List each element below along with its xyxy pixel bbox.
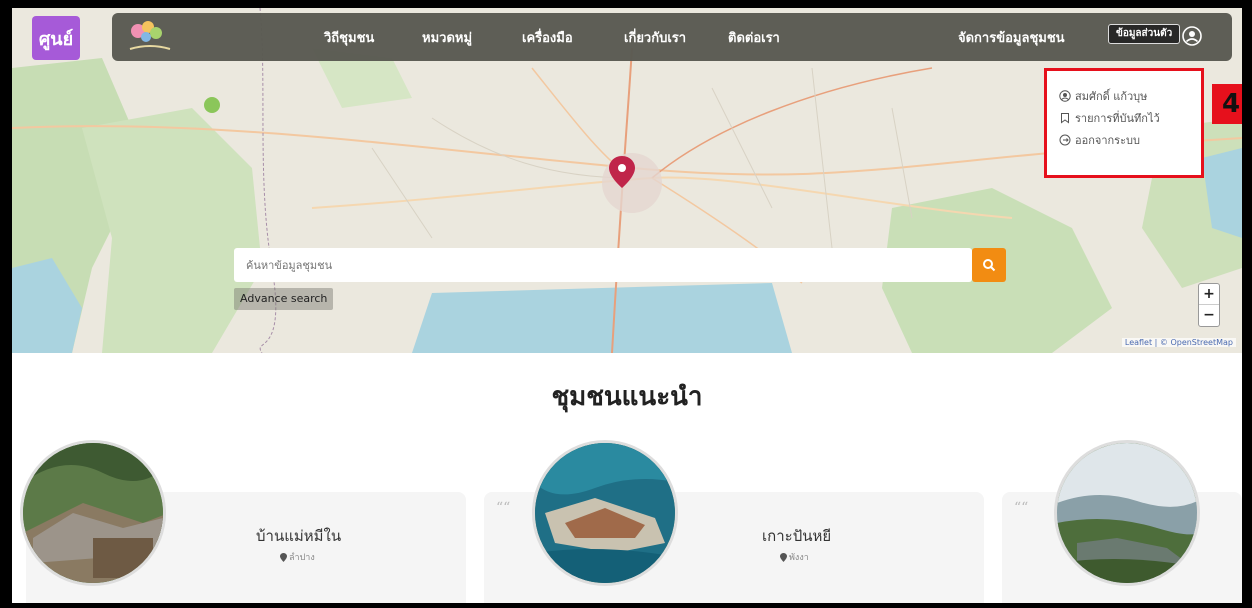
nav-item-about[interactable]: เกี่ยวกับเรา: [624, 27, 686, 48]
village-photo: [23, 443, 163, 583]
browser-viewport: วิถีชุมชน หมวดหมู่ เครื่องมือ เกี่ยวกับเ…: [12, 8, 1242, 603]
nav-item-contact[interactable]: ติดต่อเรา: [728, 27, 780, 48]
menu-item-profile[interactable]: สมศักดิ์ แก้วบุษ: [1059, 85, 1201, 107]
card-image[interactable]: [532, 440, 678, 586]
site-logo[interactable]: ศูนย์: [32, 16, 80, 60]
quote-icon: ““: [496, 500, 511, 516]
zoom-out-button[interactable]: −: [1199, 305, 1219, 326]
menu-item-label: รายการที่บันทึกไว้: [1075, 112, 1160, 125]
menu-item-label: ออกจากระบบ: [1075, 134, 1140, 147]
user-circle-icon: [1059, 90, 1071, 102]
user-dropdown-menu: สมศักดิ์ แก้วบุษ รายการที่บันทึกไว้ ออกจ…: [1044, 68, 1204, 178]
quote-icon: ““: [1014, 500, 1029, 516]
card-location: พังงา: [780, 550, 809, 564]
brand-logo-icon[interactable]: [124, 17, 176, 57]
section-title: ชุมชนแนะนำ: [551, 382, 703, 412]
user-avatar-icon[interactable]: [1182, 26, 1202, 46]
pin-icon: [280, 552, 287, 562]
map-attribution[interactable]: Leaflet | © OpenStreetMap: [1121, 338, 1236, 347]
menu-item-logout[interactable]: ออกจากระบบ: [1059, 129, 1201, 151]
pin-icon: [780, 552, 787, 562]
navbar: วิถีชุมชน หมวดหมู่ เครื่องมือ เกี่ยวกับเ…: [112, 13, 1232, 61]
bookmark-icon: [1061, 113, 1069, 124]
nav-item-community-life[interactable]: วิถีชุมชน: [324, 27, 374, 48]
map[interactable]: วิถีชุมชน หมวดหมู่ เครื่องมือ เกี่ยวกับเ…: [12, 8, 1242, 353]
profile-button[interactable]: ข้อมูลส่วนตัว: [1108, 24, 1181, 44]
search-bar: [234, 248, 972, 282]
card-image[interactable]: [20, 440, 166, 586]
search-icon: [983, 259, 996, 272]
nav-item-manage-data[interactable]: จัดการข้อมูลชุมชน: [958, 27, 1065, 48]
card-location-text: ลำปาง: [289, 553, 315, 563]
nav-item-categories[interactable]: หมวดหมู่: [422, 27, 472, 48]
mountain-village-photo: [1057, 443, 1197, 583]
menu-item-label: สมศักดิ์ แก้วบุษ: [1075, 90, 1148, 103]
card-image[interactable]: [1054, 440, 1200, 586]
card-title: เกาะปันหยี: [762, 527, 832, 545]
nav-item-tools[interactable]: เครื่องมือ: [522, 27, 573, 48]
step-badge: 4: [1212, 84, 1242, 124]
card-location: ลำปาง: [280, 550, 315, 564]
menu-item-saved[interactable]: รายการที่บันทึกไว้: [1059, 107, 1201, 129]
search-input[interactable]: [234, 248, 972, 282]
island-photo: [535, 443, 675, 583]
logout-icon: [1059, 134, 1071, 146]
zoom-controls: + −: [1198, 283, 1220, 327]
zoom-in-button[interactable]: +: [1199, 284, 1219, 305]
card-location-text: พังงา: [789, 553, 809, 563]
search-button[interactable]: [972, 248, 1006, 282]
card-title: บ้านแม่หมีใน: [256, 527, 342, 545]
advance-search-button[interactable]: Advance search: [234, 288, 334, 310]
cluster-marker-icon: [204, 97, 220, 113]
